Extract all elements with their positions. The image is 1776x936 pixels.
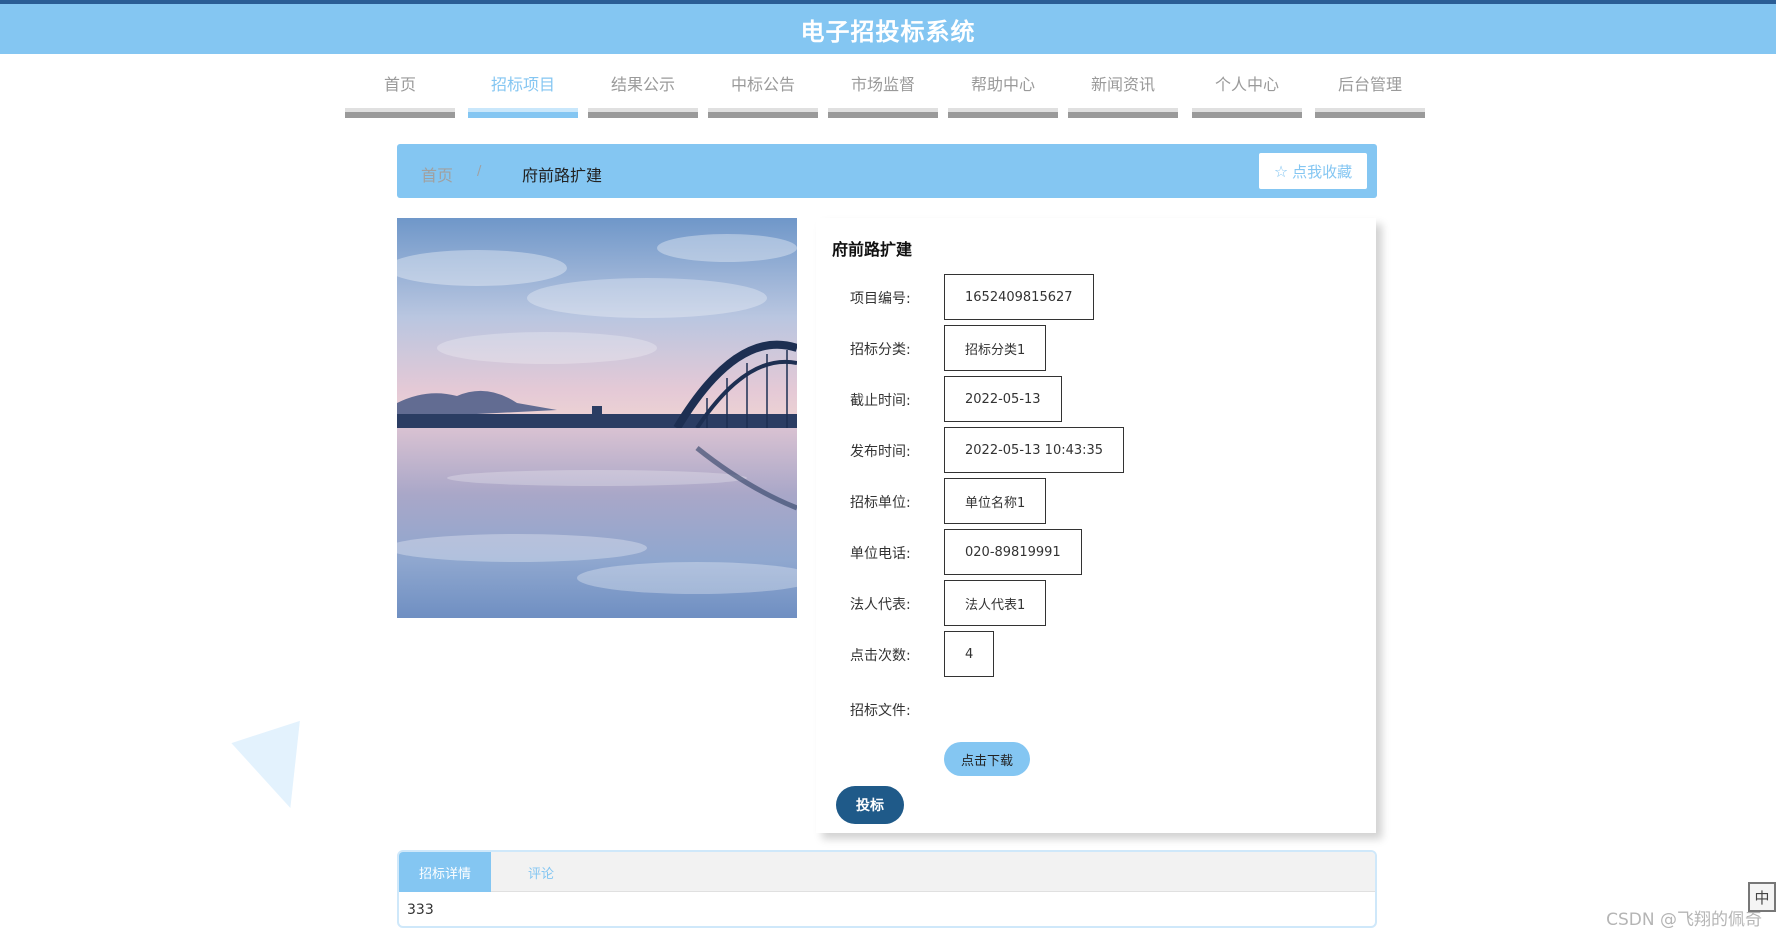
app-header: 电子招投标系统 [0,4,1776,54]
decorative-triangle [231,720,325,820]
field-value: 单位名称1 [944,478,1047,524]
breadcrumb-home-link[interactable]: 首页 [421,162,453,186]
field-value: 020-89819991 [944,529,1082,575]
tab-content: 333 [407,902,434,918]
field-value: 4 [944,631,995,677]
nav-item-bar [1192,108,1302,118]
nav-item-label: 新闻资讯 [1090,75,1155,94]
nav-item-help-center[interactable]: 帮助中心 [948,62,1058,118]
app-title: 电子招投标系统 [800,17,976,46]
field-value: 2022-05-13 10:43:35 [944,427,1125,473]
field-label: 发布时间: [850,444,911,460]
tab-bidding-details[interactable]: 招标详情 [399,852,491,892]
field-publish-time: 发布时间: 2022-05-13 10:43:35 [832,427,1352,473]
nav-item-label: 个人中心 [1214,75,1279,94]
breadcrumb: 首页 / 府前路扩建 ☆ 点我收藏 [397,144,1377,198]
nav-item-bar [1068,108,1178,118]
breadcrumb-current: 府前路扩建 [522,166,603,185]
field-label: 招标分类: [850,342,911,358]
tabs-header: 招标详情 评论 [399,852,1375,892]
nav-item-home[interactable]: 首页 [345,62,455,118]
nav-item-news[interactable]: 新闻资讯 [1068,62,1178,118]
field-label: 法人代表: [850,597,911,613]
nav-item-label: 结果公示 [610,75,675,94]
favorite-button-label: 点我收藏 [1292,162,1353,181]
nav-item-bar [1315,108,1425,118]
detail-tabs: 招标详情 评论 333 [397,850,1377,928]
project-title: 府前路扩建 [832,240,913,259]
field-value: 1652409815627 [944,274,1094,320]
tab-comments[interactable]: 评论 [491,852,591,892]
watermark: CSDN @飞翔的佩奇 [1606,910,1762,930]
field-value: 2022-05-13 [944,376,1062,422]
nav-item-admin[interactable]: 后台管理 [1315,62,1425,118]
nav-item-label: 首页 [383,75,416,94]
field-category: 招标分类: 招标分类1 [832,325,1352,371]
nav-item-bar [948,108,1058,118]
field-label: 招标单位: [850,495,911,511]
nav-item-market-supervision[interactable]: 市场监督 [828,62,938,118]
field-label: 单位电话: [850,546,911,562]
field-bidding-file: 招标文件: [832,686,1352,732]
bid-button[interactable]: 投标 [836,786,904,824]
nav-item-label: 招标项目 [490,75,555,94]
favorite-button[interactable]: ☆ 点我收藏 [1259,153,1367,189]
nav-item-label: 后台管理 [1337,75,1402,94]
nav-item-bar [828,108,938,118]
nav-item-bar [345,108,455,118]
field-deadline: 截止时间: 2022-05-13 [832,376,1352,422]
download-button[interactable]: 点击下载 [944,742,1030,776]
breadcrumb-separator: / [477,164,482,179]
nav-item-label: 帮助中心 [970,75,1035,94]
nav-item-personal-center[interactable]: 个人中心 [1192,62,1302,118]
nav-item-bar [708,108,818,118]
project-detail-card: 府前路扩建 项目编号: 1652409815627 招标分类: 招标分类1 截止… [816,218,1376,833]
field-legal-representative: 法人代表: 法人代表1 [832,580,1352,626]
field-label: 截止时间: [850,393,911,409]
nav-item-bidding-projects[interactable]: 招标项目 [468,62,578,118]
nav-item-label: 市场监督 [850,75,915,94]
field-value: 招标分类1 [944,325,1047,371]
nav-item-bar [588,108,698,118]
field-label: 招标文件: [850,703,911,719]
field-project-number: 项目编号: 1652409815627 [832,274,1352,320]
field-unit-phone: 单位电话: 020-89819991 [832,529,1352,575]
field-label: 项目编号: [850,291,911,307]
field-bidding-unit: 招标单位: 单位名称1 [832,478,1352,524]
star-icon: ☆ [1273,161,1289,181]
project-image [397,218,797,618]
nav-item-winning-announcement[interactable]: 中标公告 [708,62,818,118]
nav-item-result-publicity[interactable]: 结果公示 [588,62,698,118]
field-value: 法人代表1 [944,580,1047,626]
field-label: 点击次数: [850,648,911,664]
nav-item-bar [468,108,578,118]
ime-indicator-icon[interactable]: 中 [1748,882,1776,912]
field-click-count: 点击次数: 4 [832,631,1352,677]
nav-item-label: 中标公告 [730,75,795,94]
